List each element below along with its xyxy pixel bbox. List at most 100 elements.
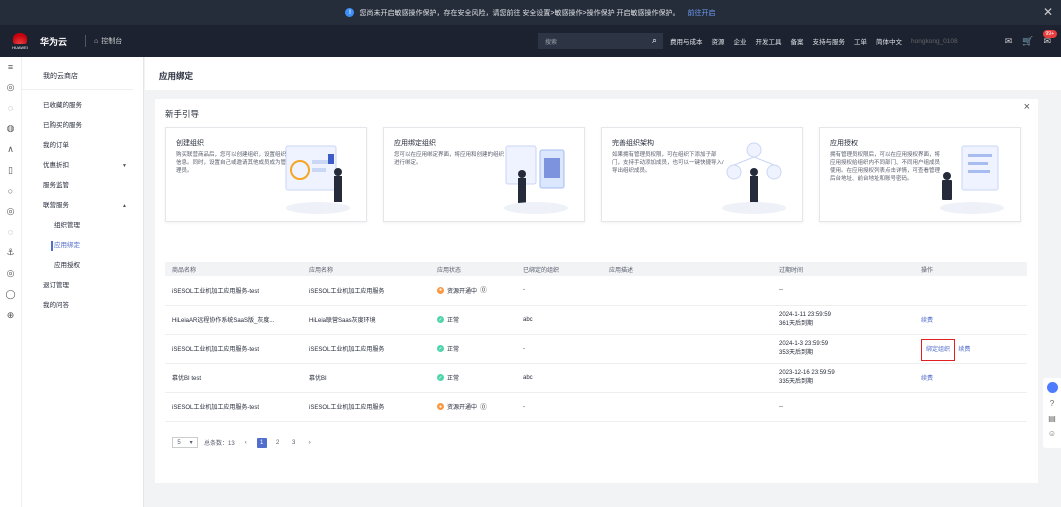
nav-link-resource[interactable]: 资源 xyxy=(712,36,725,46)
nav-link-support[interactable]: 支持与服务 xyxy=(813,36,846,46)
info-icon: ! xyxy=(345,8,355,17)
security-banner: ! 您尚未开启敏感操作保护，存在安全风险，请您前往 安全设置>敏感操作>操作保护… xyxy=(0,0,1061,25)
cell-app: iSESOL工业机加工应用服务 xyxy=(302,334,430,364)
renew-link[interactable]: 续费 xyxy=(921,318,933,324)
nav-link-filing[interactable]: 备案 xyxy=(791,36,804,46)
close-icon[interactable]: ✕ xyxy=(1043,5,1053,19)
nav-link-enterprise[interactable]: 企业 xyxy=(734,36,747,46)
message-icon[interactable]: ✉ xyxy=(1005,36,1013,47)
service-icon-4[interactable]: ∧ xyxy=(7,144,14,155)
service-icon-3[interactable]: ◍ xyxy=(7,123,15,134)
nav-link-cost[interactable]: 费用与成本 xyxy=(670,36,703,46)
guide-card-org-structure[interactable]: 完善组织架构 如果拥有管理员权限，可在组织下添加子部门，支持手动添加成员，也可以… xyxy=(601,127,803,222)
sidebar-item-org-management[interactable]: 组织管理 xyxy=(22,216,143,236)
cell-desc xyxy=(602,305,772,335)
service-icon-1[interactable]: ◎ xyxy=(7,82,15,93)
guide-card-create-org[interactable]: 创建组织 购买联营商品后，您可以创建组织，设置组织信息。同时，设置自己或邀请其他… xyxy=(165,127,367,222)
menu-icon[interactable]: ≡ xyxy=(8,62,13,72)
banner-link[interactable]: 前往开启 xyxy=(688,8,716,18)
prev-page-button[interactable]: ‹ xyxy=(241,440,251,446)
page-size-select[interactable]: 5 ▾ xyxy=(172,437,198,448)
pending-status-icon: ● xyxy=(437,403,444,410)
col-expire-time: 过期时间 xyxy=(772,262,914,276)
col-actions: 操作 xyxy=(914,262,1027,276)
brand-name[interactable]: 华为云 xyxy=(40,35,67,48)
cell-status: ✓ 正常 xyxy=(430,363,516,393)
search-input[interactable]: 搜索 ⌕ xyxy=(538,33,663,49)
chevron-up-icon: ▲ xyxy=(122,203,127,209)
nav-link-devtools[interactable]: 开发工具 xyxy=(756,36,782,46)
console-link[interactable]: ⌂ 控制台 xyxy=(94,36,122,46)
service-icon-12[interactable]: ⊕ xyxy=(7,310,15,321)
page-button-3[interactable]: 3 xyxy=(289,440,299,446)
top-navigation: HUAWEI 华为云 ⌂ 控制台 搜索 ⌕ 费用与成本 资源 企业 开发工具 备… xyxy=(0,25,1061,57)
sidebar-item-app-binding[interactable]: 应用绑定 xyxy=(22,236,143,256)
col-app-name: 应用名称 xyxy=(302,262,430,276)
service-icon-11[interactable]: ◯ xyxy=(5,289,15,300)
chevron-down-icon: ▾ xyxy=(189,440,193,446)
nav-user-account[interactable]: hongkong_0108 xyxy=(911,38,958,45)
sidebar-item-joint-services[interactable]: 联营服务 ▲ xyxy=(22,196,143,216)
service-icon-8[interactable]: ◌ xyxy=(8,227,13,237)
cell-actions: 续费 xyxy=(914,305,1027,335)
guide-card-app-authorization[interactable]: 应用授权 拥有管理员权限后，可以在应用授权界面，将应用授权给组织内不同部门、不同… xyxy=(819,127,1021,222)
service-icon-5[interactable]: ▯ xyxy=(8,165,13,176)
main-content: 应用绑定 新手引导 × 创建组织 购买联营商品后，您可以创建组织，设置组织信息。… xyxy=(145,57,1061,507)
col-app-desc: 应用描述 xyxy=(602,262,772,276)
search-icon[interactable]: ⌕ xyxy=(652,35,657,46)
sidebar-item-purchased[interactable]: 已购买的服务 xyxy=(22,116,143,136)
cell-product: 慕优BI test xyxy=(165,363,302,393)
feedback-icon[interactable]: ▤ xyxy=(1048,414,1056,423)
sidebar-item-unsubscribe[interactable]: 退订管理 xyxy=(22,276,143,296)
cart-icon[interactable]: 🛒 xyxy=(1022,36,1033,47)
cell-product: iSESOL工业机加工应用服务-test xyxy=(165,276,302,306)
cell-actions xyxy=(914,276,1027,306)
service-icon-7[interactable]: ◎ xyxy=(7,206,15,217)
service-icon-9[interactable]: ⚓ xyxy=(6,247,14,258)
renew-link[interactable]: 续费 xyxy=(958,347,970,353)
help-icon[interactable]: ⓪ xyxy=(480,285,487,295)
next-page-button[interactable]: › xyxy=(305,440,315,446)
app-binding-table-container: 商品名称 应用名称 应用状态 已绑定的组织 应用描述 过期时间 操作 iSESO… xyxy=(155,254,1038,483)
cell-expire: -- xyxy=(772,276,914,306)
cell-org: abc xyxy=(516,305,602,335)
smile-icon[interactable]: ☺ xyxy=(1048,429,1056,438)
home-icon: ⌂ xyxy=(94,37,99,45)
sidebar-item-orders[interactable]: 我的订单 xyxy=(22,136,143,156)
col-app-status: 应用状态 xyxy=(430,262,516,276)
cell-expire: 2023-12-16 23:59:59 335天后到期 xyxy=(772,363,914,393)
cell-desc xyxy=(602,363,772,393)
sidebar-title: 我的云商店 xyxy=(22,57,133,90)
assistant-icon[interactable] xyxy=(1046,382,1058,393)
nav-link-ticket[interactable]: 工单 xyxy=(854,36,867,46)
page-button-1[interactable]: 1 xyxy=(256,437,267,448)
floating-toolbar: ? ▤ ☺ xyxy=(1043,378,1061,448)
guide-card-bind-org[interactable]: 应用绑定组织 您可以在应用绑定界面，将应用和创建的组织进行绑定。 xyxy=(383,127,585,222)
nav-links: 费用与成本 资源 企业 开发工具 备案 支持与服务 工单 简体中文 hongko… xyxy=(670,25,958,57)
bind-org-link[interactable]: 绑定组织 xyxy=(921,339,956,361)
renew-link[interactable]: 续费 xyxy=(921,376,933,382)
table-row: iSESOL工业机加工应用服务-test iSESOL工业机加工应用服务 ● 资源… xyxy=(165,276,1027,306)
check-icon: ✓ xyxy=(437,316,444,323)
close-icon[interactable]: × xyxy=(1024,101,1030,113)
cell-status: ● 资源开通中 ⓪ xyxy=(430,276,516,306)
nav-link-language[interactable]: 简体中文 xyxy=(876,36,902,46)
check-icon: ✓ xyxy=(437,374,444,381)
illustration-bind-org xyxy=(504,145,568,214)
help-icon[interactable]: ⓪ xyxy=(480,402,487,412)
sidebar-item-favorites[interactable]: 已收藏的服务 xyxy=(22,96,143,116)
service-icon-10[interactable]: ◎ xyxy=(7,268,15,279)
sidebar-item-discounts[interactable]: 优惠折扣 ▼ xyxy=(22,156,143,176)
service-icon-2[interactable]: ◌ xyxy=(8,103,13,113)
sidebar-item-qa[interactable]: 我的问答 xyxy=(22,296,143,316)
huawei-logo[interactable]: HUAWEI xyxy=(0,32,40,50)
col-product-name: 商品名称 xyxy=(165,262,302,276)
sidebar-item-supervision[interactable]: 服务监管 xyxy=(22,176,143,196)
cell-desc xyxy=(602,276,772,306)
service-icon-6[interactable]: ○ xyxy=(8,186,13,196)
cell-status: ✓ 正常 xyxy=(430,334,516,364)
page-button-2[interactable]: 2 xyxy=(273,440,283,446)
cell-org: - xyxy=(516,392,602,422)
help-icon[interactable]: ? xyxy=(1050,399,1054,408)
sidebar-item-app-authorization[interactable]: 应用授权 xyxy=(22,256,143,276)
